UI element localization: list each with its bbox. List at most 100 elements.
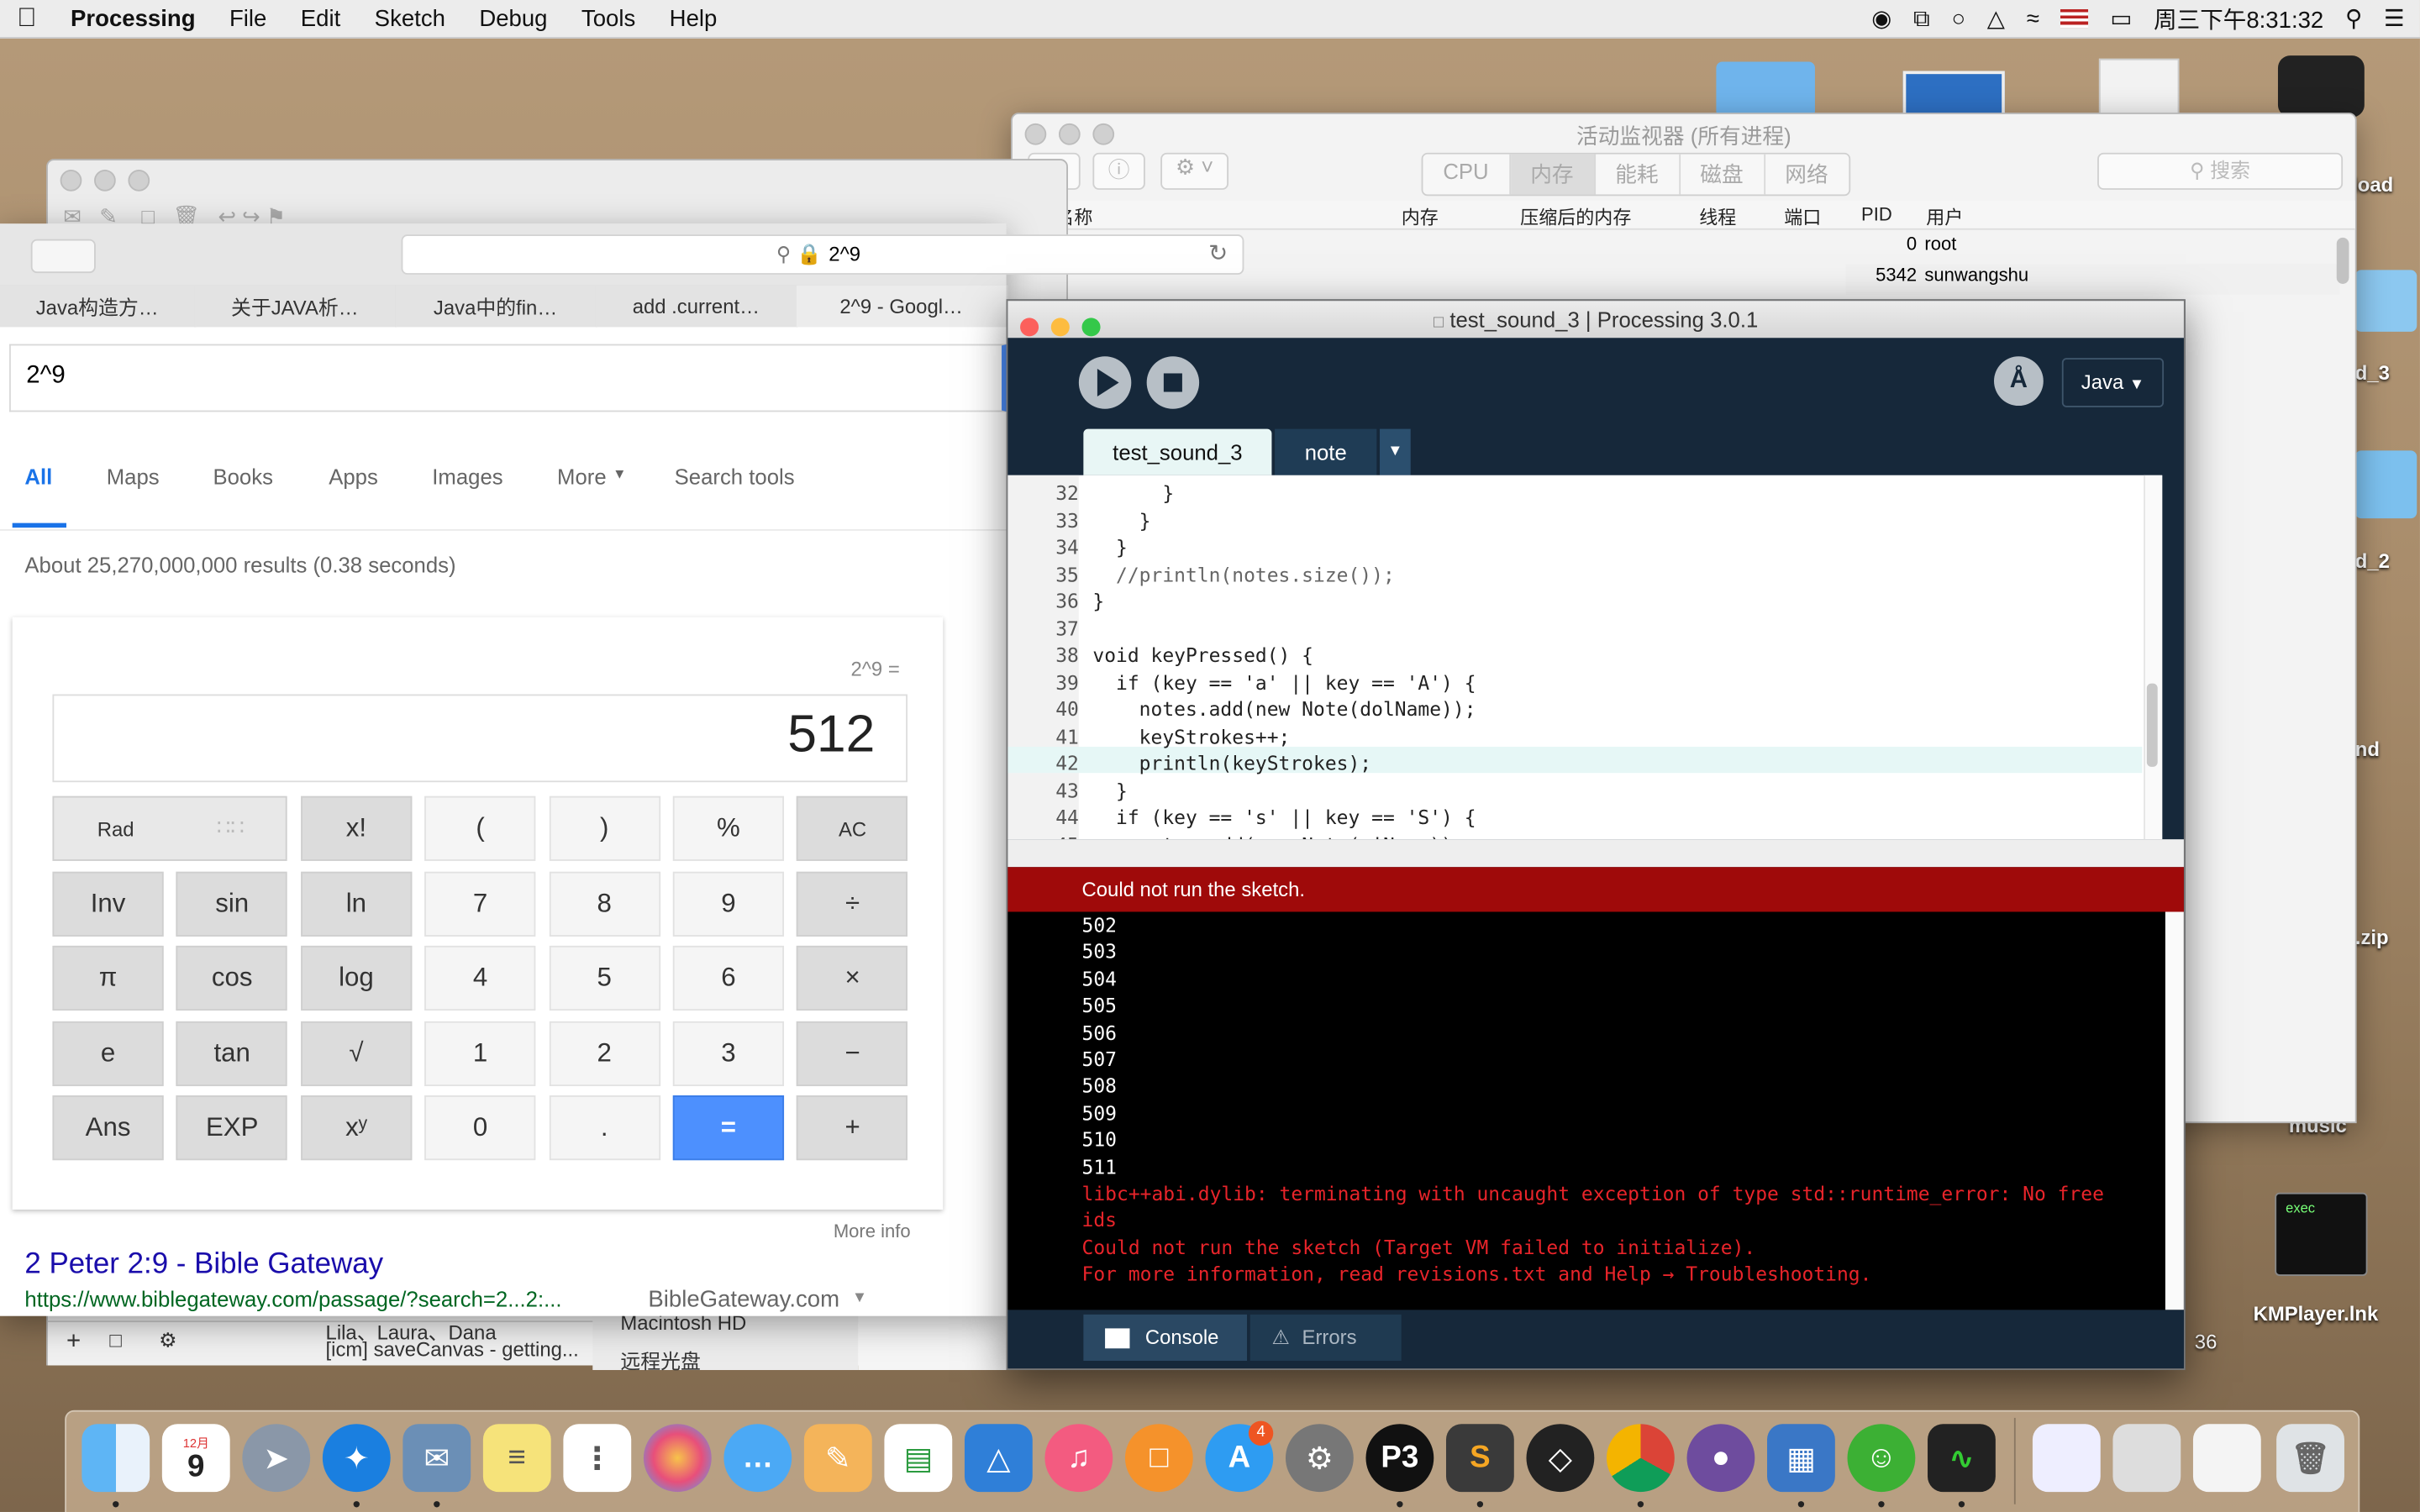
wifi-icon[interactable]: ≈ xyxy=(2027,5,2039,31)
calc-key[interactable]: ln xyxy=(300,870,413,936)
desktop-label-zip[interactable]: .zip xyxy=(2355,926,2389,949)
notes-icon[interactable]: ≡ xyxy=(482,1424,551,1493)
nav-apps[interactable]: Apps xyxy=(329,465,378,489)
calc-key[interactable]: % xyxy=(672,795,785,861)
numbers-icon[interactable]: ▤ xyxy=(884,1424,953,1493)
finder-icon[interactable] xyxy=(82,1424,150,1493)
battery-icon[interactable]: ▭ xyxy=(2110,5,2132,32)
console-scrollbar[interactable] xyxy=(2165,911,2184,1310)
errors-tab[interactable]: ⚠ Errors xyxy=(1249,1314,1402,1361)
tab-memory[interactable]: 内存 xyxy=(1510,154,1596,195)
desktop-label-nd[interactable]: nd xyxy=(2355,738,2380,761)
calc-key[interactable]: tan xyxy=(176,1020,288,1086)
tab-energy[interactable]: 能耗 xyxy=(1595,154,1681,195)
calc-key[interactable]: 5 xyxy=(549,945,660,1011)
search-field[interactable]: ⚲ 搜索 xyxy=(2097,152,2344,190)
google-search-input[interactable]: 2^9 xyxy=(9,344,1008,412)
desktop-folder-d3[interactable] xyxy=(2354,270,2417,332)
calc-keypad-toggle-icon[interactable]: ∷∷ xyxy=(217,815,245,841)
activity-monitor-icon[interactable]: ∿ xyxy=(1928,1424,1996,1493)
photos-icon[interactable] xyxy=(643,1424,712,1493)
launchpad-icon[interactable]: ➤ xyxy=(242,1424,311,1493)
more-info-link[interactable]: More info xyxy=(834,1221,911,1242)
code-editor[interactable]: 32 } 33 } 34 } 35 //println(notes.size()); 3… xyxy=(1007,475,2163,840)
calc-key[interactable]: + xyxy=(797,1095,908,1161)
document-icon[interactable] xyxy=(2098,58,2180,121)
calc-key[interactable]: = xyxy=(672,1095,785,1161)
desktop-label-load[interactable]: load xyxy=(2352,173,2393,197)
mode-selector[interactable]: Java ▼ xyxy=(2061,358,2165,407)
gear-menu-button[interactable]: ⚙ ˅ xyxy=(1160,152,1229,190)
table-row[interactable]: 5342 sunwangshu xyxy=(1845,264,2340,295)
debugger-button[interactable]: Å xyxy=(1994,356,2044,407)
minimize-button[interactable] xyxy=(94,170,116,192)
browser-tab[interactable]: 关于JAVA析… xyxy=(194,285,397,328)
desktop-label-d2[interactable]: d_2 xyxy=(2355,549,2390,573)
keynote-icon[interactable]: △ xyxy=(964,1424,1033,1493)
calc-key[interactable]: 3 xyxy=(672,1020,785,1086)
desktop-folder-d2[interactable] xyxy=(2354,450,2417,519)
pages-icon[interactable]: ✎ xyxy=(803,1424,872,1493)
calc-key[interactable]: ( xyxy=(424,795,536,861)
calendar-icon[interactable]: 12月 9 xyxy=(161,1424,230,1493)
run-button[interactable] xyxy=(1078,356,1132,409)
console-tab[interactable]: Console xyxy=(1083,1314,1248,1361)
zoom-button[interactable] xyxy=(128,170,150,192)
vmware-icon[interactable]: ▦ xyxy=(1767,1424,1835,1493)
messages-icon[interactable]: … xyxy=(723,1424,792,1493)
mail-list-subject[interactable]: [icm] saveCanvas - getting... xyxy=(326,1337,579,1361)
gear-icon[interactable]: ⚙ xyxy=(159,1328,176,1352)
apple-icon[interactable]:  xyxy=(0,3,54,34)
calc-key[interactable]: √ xyxy=(300,1020,413,1086)
mailbox-icon[interactable]: □ xyxy=(109,1328,121,1352)
unity-dock-icon[interactable]: ◇ xyxy=(1526,1424,1595,1493)
menu-sketch[interactable]: Sketch xyxy=(357,5,462,31)
browser-tab-active[interactable]: 2^9 - Googl… xyxy=(796,285,1008,328)
calc-key[interactable]: 8 xyxy=(549,870,660,936)
calc-key[interactable]: . xyxy=(549,1095,660,1161)
calc-key[interactable]: e xyxy=(52,1020,164,1086)
sidebar-remote-disc[interactable]: 远程光盘 xyxy=(620,1346,701,1375)
clipboard-status-icon[interactable]: ⧉ xyxy=(1913,5,1930,31)
menu-edit[interactable]: Edit xyxy=(284,5,358,31)
creative-cloud-icon[interactable]: ○ xyxy=(1951,5,1965,31)
desktop-label-kmplayer[interactable]: KMPlayer.lnk xyxy=(2254,1302,2379,1326)
editor-scrollbar-track[interactable] xyxy=(2144,475,2163,840)
result-url[interactable]: https://www.biblegateway.com/passage/?se… xyxy=(24,1287,561,1311)
desktop-label-d3[interactable]: d_3 xyxy=(2355,361,2390,385)
editor-scrollbar-thumb[interactable] xyxy=(2146,683,2158,767)
folder-icon[interactable] xyxy=(1716,61,1815,118)
console-area[interactable]: 502 503 504 505 506 507 508 509 510 511 libc++abi.… xyxy=(1007,911,2184,1310)
exec-file-icon[interactable]: exec xyxy=(2275,1192,2368,1276)
calc-key[interactable]: ) xyxy=(549,795,660,861)
airplay-icon[interactable]: △ xyxy=(1987,5,2005,32)
safari-icon[interactable]: ✦ xyxy=(322,1424,391,1493)
col-threads[interactable]: 线程 xyxy=(1699,203,1736,229)
close-button[interactable] xyxy=(60,170,82,192)
wechat-status-icon[interactable]: ◉ xyxy=(1871,5,1891,32)
browser-tab[interactable]: Java中的fin… xyxy=(395,285,597,328)
nav-search-tools[interactable]: Search tools xyxy=(675,465,795,489)
calc-key[interactable]: 4 xyxy=(424,945,536,1011)
tab-cpu[interactable]: CPU xyxy=(1423,154,1511,195)
tab-disk[interactable]: 磁盘 xyxy=(1680,154,1765,195)
tab-note[interactable]: note xyxy=(1275,428,1377,475)
calc-key[interactable]: EXP xyxy=(176,1095,288,1161)
calc-key[interactable]: × xyxy=(797,945,908,1011)
mail-icon[interactable]: ✉ xyxy=(402,1424,471,1493)
calc-key[interactable]: 6 xyxy=(672,945,785,1011)
calc-key[interactable]: 9 xyxy=(672,870,785,936)
calc-key[interactable]: 2 xyxy=(549,1020,660,1086)
itunes-icon[interactable]: ♫ xyxy=(1044,1424,1113,1493)
unity-app-icon[interactable] xyxy=(2277,55,2365,118)
downloads-stack-icon[interactable] xyxy=(2032,1424,2101,1493)
calc-key[interactable]: x! xyxy=(300,795,413,861)
calc-key[interactable]: log xyxy=(300,945,413,1011)
calc-key[interactable]: − xyxy=(797,1020,908,1086)
tab-menu-button[interactable]: ▼ xyxy=(1380,428,1411,475)
col-memory[interactable]: 内存 xyxy=(1402,203,1439,229)
calc-key[interactable]: 1 xyxy=(424,1020,536,1086)
wechat-icon[interactable]: ☺ xyxy=(1847,1424,1916,1493)
calc-key[interactable]: AC xyxy=(797,795,908,861)
nav-books[interactable]: Books xyxy=(213,465,272,489)
